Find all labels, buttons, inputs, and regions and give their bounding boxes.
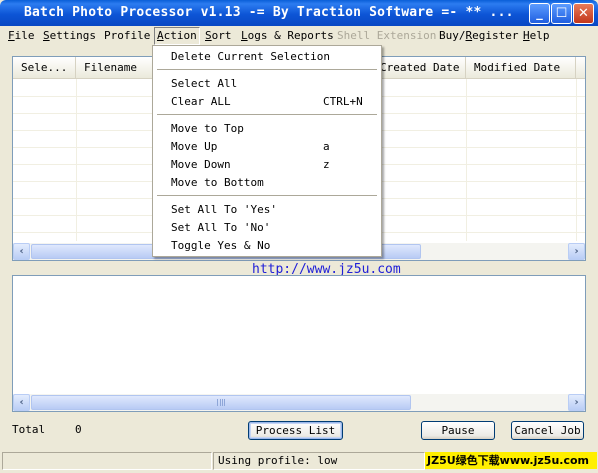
menu-separator bbox=[157, 114, 377, 116]
window-title: Batch Photo Processor v1.13 -= By Tracti… bbox=[24, 5, 514, 20]
scroll-grip-icon bbox=[217, 399, 225, 406]
menu-shell-extension: Shell Extension bbox=[337, 29, 437, 42]
menu-item-move-down[interactable]: Move Down z bbox=[153, 156, 381, 174]
menu-settings[interactable]: Settings bbox=[43, 29, 96, 42]
menu-item-label: Clear ALL bbox=[171, 95, 231, 108]
log-hscrollbar[interactable]: ‹ › bbox=[13, 394, 585, 411]
log-panel[interactable]: ‹ › bbox=[12, 275, 586, 412]
menu-item-clear-all[interactable]: Clear ALL CTRL+N bbox=[153, 93, 381, 111]
menu-item-label: Move Down bbox=[171, 158, 231, 171]
column-header-select[interactable]: Sele... bbox=[13, 57, 76, 79]
menu-item-label: Move Up bbox=[171, 140, 218, 153]
status-profile: Using profile: low bbox=[213, 452, 425, 470]
total-value: 0 bbox=[75, 423, 82, 436]
menu-item-set-all-no[interactable]: Set All To 'No' bbox=[153, 219, 381, 237]
pause-button[interactable]: Pause bbox=[421, 421, 495, 440]
menu-item-delete-current-selection[interactable]: Delete Current Selection bbox=[153, 48, 381, 66]
maximize-icon: ☐ bbox=[555, 6, 568, 21]
menu-separator bbox=[157, 69, 377, 71]
column-line bbox=[576, 79, 577, 241]
total-label: Total bbox=[12, 423, 46, 436]
scroll-thumb[interactable] bbox=[31, 395, 411, 410]
scroll-right-icon: › bbox=[574, 246, 579, 257]
status-panel-main bbox=[2, 452, 212, 470]
action-menu-dropdown: Delete Current Selection Select All Clea… bbox=[152, 45, 382, 257]
menu-bar: File Settings Profile Action Sort Logs &… bbox=[4, 27, 594, 45]
column-header-created-date[interactable]: Created Date bbox=[378, 57, 466, 79]
menu-item-move-up[interactable]: Move Up a bbox=[153, 138, 381, 156]
menu-item-label: Toggle Yes & No bbox=[171, 239, 271, 252]
menu-item-label: Delete Current Selection bbox=[171, 50, 330, 63]
menu-help[interactable]: Help bbox=[523, 29, 550, 42]
menu-item-label: Move to Bottom bbox=[171, 176, 264, 189]
scroll-left-icon: ‹ bbox=[19, 397, 24, 408]
minimize-icon: _ bbox=[536, 6, 543, 21]
column-line bbox=[76, 79, 77, 241]
menu-file[interactable]: File bbox=[8, 29, 35, 42]
title-bar[interactable]: Batch Photo Processor v1.13 -= By Tracti… bbox=[0, 0, 598, 26]
menu-sort[interactable]: Sort bbox=[205, 29, 232, 42]
scroll-right-button[interactable]: › bbox=[568, 394, 585, 411]
menu-item-shortcut: a bbox=[323, 140, 330, 153]
column-header-modified-date[interactable]: Modified Date bbox=[466, 57, 576, 79]
menu-item-toggle-yes-no[interactable]: Toggle Yes & No bbox=[153, 237, 381, 255]
scroll-left-button[interactable]: ‹ bbox=[13, 394, 30, 411]
menu-item-set-all-yes[interactable]: Set All To 'Yes' bbox=[153, 201, 381, 219]
menu-item-shortcut: z bbox=[323, 158, 330, 171]
scroll-left-icon: ‹ bbox=[19, 246, 24, 257]
menu-item-label: Move to Top bbox=[171, 122, 244, 135]
menu-item-label: Set All To 'Yes' bbox=[171, 203, 277, 216]
menu-buy-register[interactable]: Buy/Register bbox=[439, 29, 518, 42]
column-line bbox=[466, 79, 467, 241]
menu-item-label: Select All bbox=[171, 77, 238, 90]
close-button[interactable]: ✕ bbox=[573, 3, 594, 24]
menu-logs-reports[interactable]: Logs & Reports bbox=[241, 29, 334, 42]
menu-item-shortcut: CTRL+N bbox=[323, 95, 363, 108]
cancel-job-button[interactable]: Cancel Job bbox=[511, 421, 584, 440]
menu-item-move-to-top[interactable]: Move to Top bbox=[153, 120, 381, 138]
close-icon: ✕ bbox=[578, 6, 589, 21]
maximize-button[interactable]: ☐ bbox=[551, 3, 572, 24]
scroll-right-button[interactable]: › bbox=[568, 243, 585, 260]
process-list-button[interactable]: Process List bbox=[248, 421, 343, 440]
minimize-button[interactable]: _ bbox=[529, 3, 550, 24]
watermark-text: JZ5U绿色下载www.jz5u.com bbox=[425, 452, 597, 469]
menu-item-move-to-bottom[interactable]: Move to Bottom bbox=[153, 174, 381, 192]
menu-action[interactable]: Action bbox=[154, 27, 200, 45]
menu-profile[interactable]: Profile bbox=[104, 29, 150, 42]
menu-separator bbox=[157, 195, 377, 197]
menu-item-label: Set All To 'No' bbox=[171, 221, 271, 234]
scroll-left-button[interactable]: ‹ bbox=[13, 243, 30, 260]
scroll-right-icon: › bbox=[574, 397, 579, 408]
menu-item-select-all[interactable]: Select All bbox=[153, 75, 381, 93]
